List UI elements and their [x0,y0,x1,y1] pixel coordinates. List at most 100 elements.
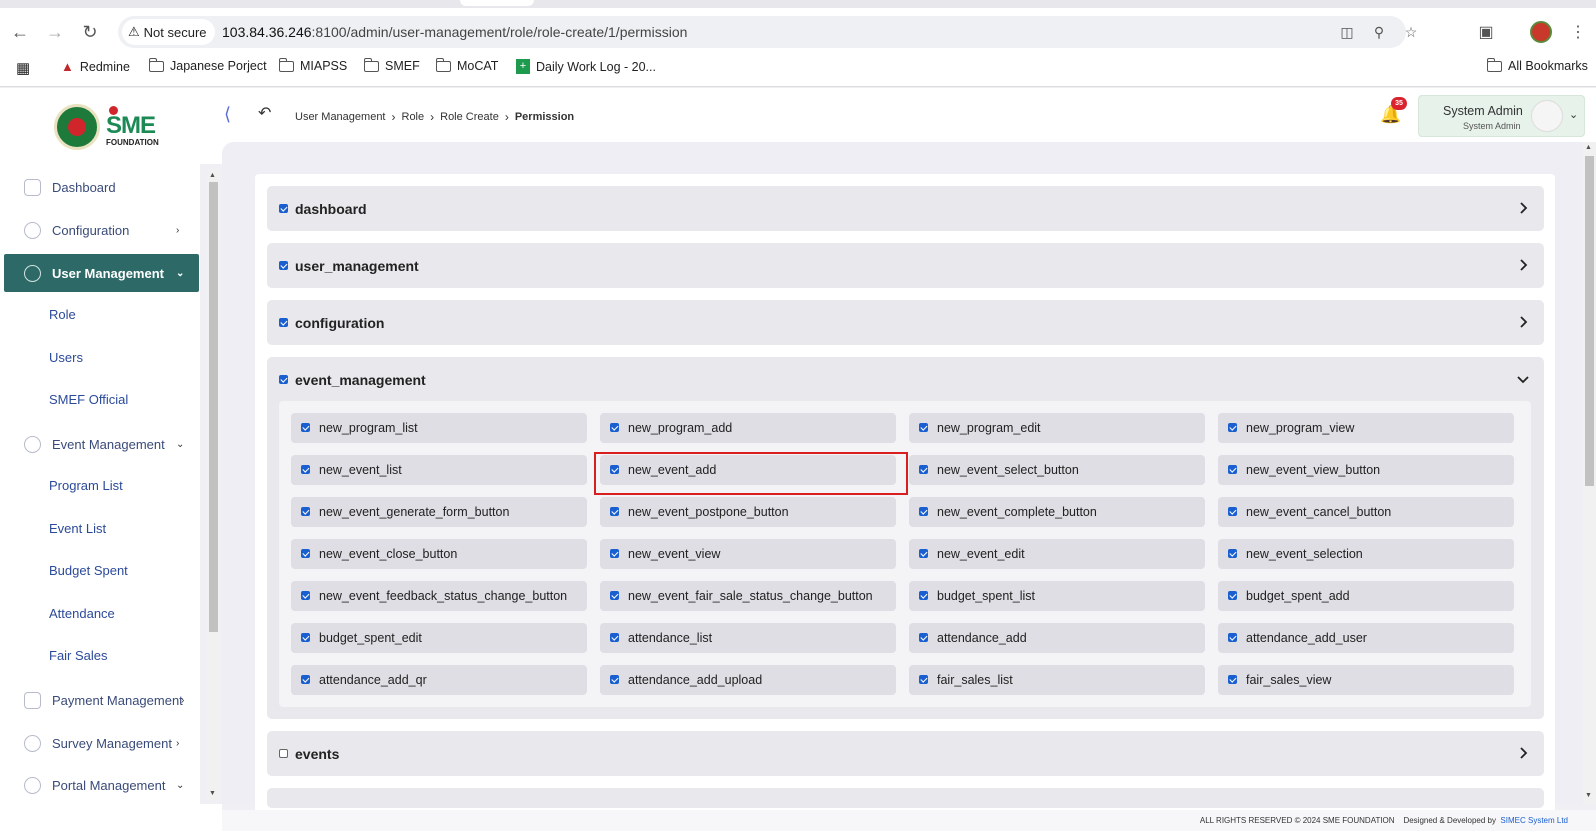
scroll-up-icon[interactable]: ▲ [209,172,216,179]
permission-item[interactable]: attendance_add_user [1218,623,1514,653]
sidebar-subitem-users[interactable]: Users [49,350,83,365]
user-menu[interactable]: System Admin System Admin ⌄ [1418,95,1585,137]
sidebar-subitem-event-list[interactable]: Event List [49,521,106,536]
permission-item[interactable]: new_event_feedback_status_change_button [291,581,587,611]
permission-item[interactable]: new_program_edit [909,413,1205,443]
permission-item[interactable]: attendance_add_upload [600,665,896,695]
permission-checkbox[interactable] [1228,591,1237,600]
scroll-down-icon[interactable]: ▼ [1585,792,1592,799]
sidebar-subitem-program-list[interactable]: Program List [49,478,123,493]
star-icon[interactable]: ☆ [1402,23,1420,41]
permission-item[interactable]: attendance_add [909,623,1205,653]
main-scrollbar[interactable]: ▲ ▼ [1583,142,1596,804]
group-checkbox[interactable] [279,318,288,327]
permission-item[interactable]: new_program_view [1218,413,1514,443]
permission-item[interactable]: new_program_list [291,413,587,443]
permission-item[interactable]: new_event_selection [1218,539,1514,569]
permission-checkbox[interactable] [610,675,619,684]
permission-checkbox[interactable] [1228,549,1237,558]
main-scroll-thumb[interactable] [1585,156,1594,486]
active-tab-edge[interactable] [460,0,534,6]
permission-item[interactable]: new_event_edit [909,539,1205,569]
permission-item[interactable]: fair_sales_list [909,665,1205,695]
sidebar-scroll-thumb[interactable] [209,182,218,632]
permission-checkbox[interactable] [301,591,310,600]
sidebar-item-payment-management[interactable]: Payment Management › [4,681,199,719]
permission-checkbox[interactable] [610,423,619,432]
permission-checkbox[interactable] [610,591,619,600]
permission-item[interactable]: new_event_fair_sale_status_change_button [600,581,896,611]
group-header[interactable]: configuration [267,300,1544,347]
permission-item[interactable]: budget_spent_list [909,581,1205,611]
permission-item[interactable]: new_event_postpone_button [600,497,896,527]
sidebar-item-portal-management[interactable]: Portal Management ⌄ [4,766,199,804]
bookmark-redmine[interactable]: ▲ Redmine [61,59,130,74]
permission-checkbox[interactable] [301,633,310,642]
permission-checkbox[interactable] [301,549,310,558]
group-header[interactable]: user_management [267,243,1544,290]
permission-checkbox[interactable] [919,675,928,684]
permission-item[interactable]: new_event_view [600,539,896,569]
breadcrumb-role-create[interactable]: Role Create [440,111,499,123]
group-events[interactable]: events [267,731,1544,776]
permission-checkbox[interactable] [919,507,928,516]
group-user-management[interactable]: user_management [267,243,1544,288]
group-checkbox[interactable] [279,749,288,758]
bookmark-japanese-porject[interactable]: Japanese Porject [148,57,267,73]
profile-avatar[interactable] [1530,21,1552,43]
sidebar-item-event-management[interactable]: Event Management ⌄ [4,425,199,463]
permission-checkbox[interactable] [919,423,928,432]
security-chip[interactable]: ⚠ Not secure [122,19,215,45]
address-bar[interactable]: ⚠ Not secure 103.84.36.246:8100/admin/us… [118,16,1417,48]
group-header[interactable]: dashboard [267,186,1544,233]
footer-company-link[interactable]: SIMEC System Ltd [1500,816,1568,825]
permission-item[interactable]: new_event_list [291,455,587,485]
zoom-icon[interactable]: ⚲ [1370,23,1388,41]
permission-checkbox[interactable] [919,633,928,642]
breadcrumb-user-management[interactable]: User Management [295,111,386,123]
group-checkbox[interactable] [279,375,288,384]
group-header[interactable]: event_management [267,357,1544,404]
permission-item[interactable]: new_event_cancel_button [1218,497,1514,527]
permission-item[interactable]: new_program_add [600,413,896,443]
permission-checkbox[interactable] [1228,507,1237,516]
permission-checkbox[interactable] [919,465,928,474]
permission-item[interactable]: budget_spent_add [1218,581,1514,611]
reload-icon[interactable]: ↻ [78,20,102,44]
bookmark-smef[interactable]: SMEF [363,57,420,73]
extensions-icon[interactable]: ▣ [1474,20,1498,44]
permission-checkbox[interactable] [301,507,310,516]
translate-icon[interactable]: ◫ [1338,23,1356,41]
group-checkbox[interactable] [279,261,288,270]
permission-item[interactable]: fair_sales_view [1218,665,1514,695]
permission-checkbox[interactable] [301,465,310,474]
sidebar-item-user-management[interactable]: User Management ⌄ [4,254,199,292]
permission-checkbox[interactable] [610,507,619,516]
sidebar-subitem-attendance[interactable]: Attendance [49,606,115,621]
permission-item[interactable]: new_event_generate_form_button [291,497,587,527]
group-dashboard[interactable]: dashboard [267,186,1544,231]
sidebar-scrollbar[interactable]: ▲ ▼ [207,170,220,800]
group-header[interactable]: events [267,731,1544,778]
scroll-up-icon[interactable]: ▲ [1585,144,1592,151]
permission-item[interactable]: new_event_close_button [291,539,587,569]
sidebar-collapse-icon[interactable]: ⟨ [224,104,231,125]
permission-item[interactable]: attendance_add_qr [291,665,587,695]
permission-checkbox[interactable] [919,549,928,558]
sidebar-item-configuration[interactable]: Configuration › [4,211,199,249]
bookmark-all-bookmarks[interactable]: All Bookmarks [1486,57,1588,73]
scroll-down-icon[interactable]: ▼ [209,790,216,797]
bookmark-daily-work-log[interactable]: + Daily Work Log - 20... [516,59,656,74]
permission-checkbox[interactable] [1228,633,1237,642]
permission-checkbox[interactable] [1228,423,1237,432]
bookmark-miapss[interactable]: MIAPSS [278,57,347,73]
permission-checkbox[interactable] [919,591,928,600]
bookmark-mocat[interactable]: MoCAT [435,57,498,73]
permission-item[interactable]: new_event_view_button [1218,455,1514,485]
group-configuration[interactable]: configuration [267,300,1544,345]
permission-item[interactable]: budget_spent_edit [291,623,587,653]
breadcrumb-role[interactable]: Role [402,111,425,123]
sme-foundation-logo[interactable]: SME FOUNDATION [54,104,194,150]
sidebar-subitem-role[interactable]: Role [49,307,76,322]
menu-dots-icon[interactable]: ⋮ [1566,20,1590,44]
